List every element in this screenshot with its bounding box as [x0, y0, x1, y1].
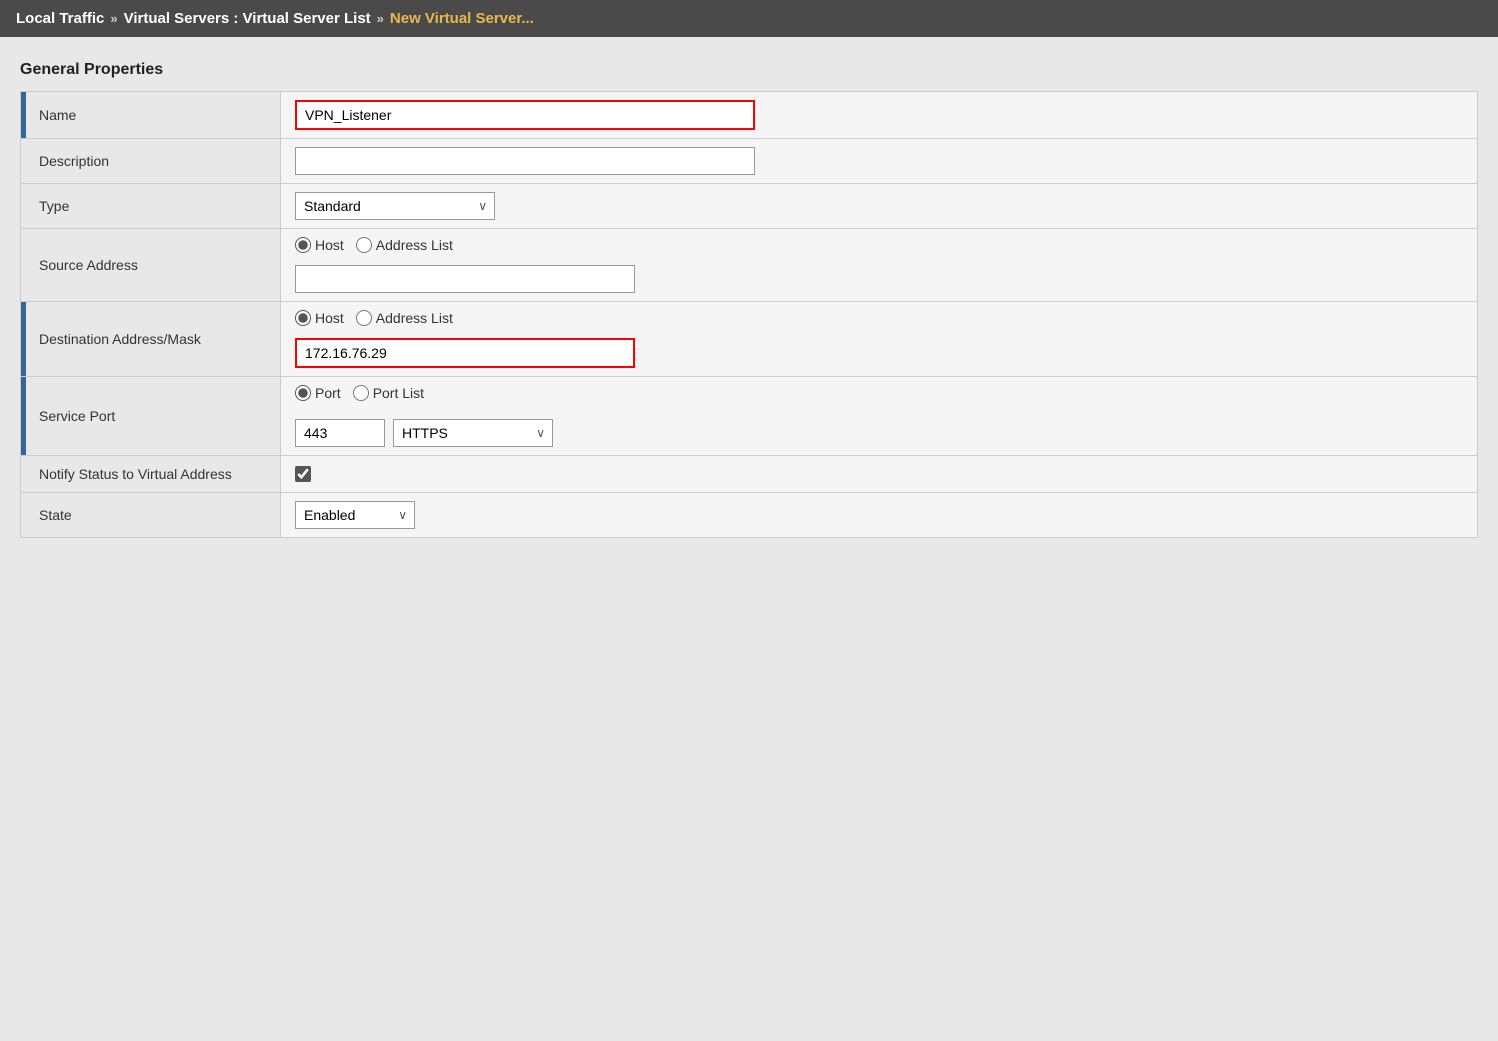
page-content: General Properties Name Description Type…: [0, 37, 1498, 562]
destination-host-radio-text: Host: [315, 310, 344, 326]
state-value-cell: Enabled Disabled: [281, 493, 1478, 538]
service-port-container: Port Port List HTTPS HTTP: [295, 385, 1463, 447]
service-port-radio-text: Port: [315, 385, 341, 401]
source-address-list-radio-text: Address List: [376, 237, 453, 253]
notify-status-row: Notify Status to Virtual Address: [21, 456, 1478, 493]
source-host-radio-text: Host: [315, 237, 344, 253]
notify-status-value-cell: [281, 456, 1478, 493]
service-port-row: Service Port Port Port List: [21, 377, 1478, 456]
name-input[interactable]: [295, 100, 755, 130]
name-row: Name: [21, 92, 1478, 139]
destination-host-radio[interactable]: [295, 310, 311, 326]
breadcrumb-sep1: »: [110, 11, 117, 26]
breadcrumb-sep2: »: [377, 11, 384, 26]
source-address-container: Host Address List: [295, 237, 1463, 293]
breadcrumb-part2: Virtual Servers : Virtual Server List: [124, 10, 371, 27]
destination-address-radio-group: Host Address List: [295, 310, 1463, 326]
state-row: State Enabled Disabled: [21, 493, 1478, 538]
destination-address-list-radio-text: Address List: [376, 310, 453, 326]
state-select-wrapper: Enabled Disabled: [295, 501, 415, 529]
type-label: Type: [21, 184, 281, 229]
notify-status-label: Notify Status to Virtual Address: [21, 456, 281, 493]
service-port-list-radio[interactable]: [353, 385, 369, 401]
protocol-select-wrapper: HTTPS HTTP FTP SSH Telnet SMTP DNS Custo…: [393, 419, 553, 447]
destination-address-list-radio-label[interactable]: Address List: [356, 310, 453, 326]
service-port-value-cell: Port Port List HTTPS HTTP: [281, 377, 1478, 456]
type-select[interactable]: Standard Performance (Layer 4) Forwardin…: [295, 192, 495, 220]
destination-address-label: Destination Address/Mask: [21, 302, 281, 377]
name-value-cell: [281, 92, 1478, 139]
section-title: General Properties: [20, 61, 1478, 79]
service-port-radio-group: Port Port List: [295, 385, 1463, 401]
state-label: State: [21, 493, 281, 538]
breadcrumb-part1: Local Traffic: [16, 10, 104, 27]
type-row: Type Standard Performance (Layer 4) Forw…: [21, 184, 1478, 229]
name-label: Name: [21, 92, 281, 139]
source-host-radio[interactable]: [295, 237, 311, 253]
source-address-list-radio-label[interactable]: Address List: [356, 237, 453, 253]
source-address-row: Source Address Host Address List: [21, 229, 1478, 302]
service-port-list-radio-text: Port List: [373, 385, 424, 401]
state-select[interactable]: Enabled Disabled: [295, 501, 415, 529]
service-port-radio[interactable]: [295, 385, 311, 401]
notify-status-checkbox[interactable]: [295, 466, 311, 482]
destination-host-radio-label[interactable]: Host: [295, 310, 344, 326]
source-address-value-cell: Host Address List: [281, 229, 1478, 302]
source-address-label: Source Address: [21, 229, 281, 302]
breadcrumb-part3: New Virtual Server...: [390, 10, 534, 27]
destination-address-list-radio[interactable]: [356, 310, 372, 326]
source-address-radio-group: Host Address List: [295, 237, 1463, 253]
service-port-label: Service Port: [21, 377, 281, 456]
description-label: Description: [21, 139, 281, 184]
source-address-list-radio[interactable]: [356, 237, 372, 253]
port-number-input[interactable]: [295, 419, 385, 447]
destination-address-row: Destination Address/Mask Host Address Li…: [21, 302, 1478, 377]
type-value-cell: Standard Performance (Layer 4) Forwardin…: [281, 184, 1478, 229]
service-port-radio-label[interactable]: Port: [295, 385, 341, 401]
service-port-list-radio-label[interactable]: Port List: [353, 385, 424, 401]
destination-address-container: Host Address List: [295, 310, 1463, 368]
destination-address-value-cell: Host Address List: [281, 302, 1478, 377]
description-value-cell: [281, 139, 1478, 184]
source-address-input[interactable]: [295, 265, 635, 293]
type-select-wrapper: Standard Performance (Layer 4) Forwardin…: [295, 192, 495, 220]
description-row: Description: [21, 139, 1478, 184]
description-input[interactable]: [295, 147, 755, 175]
protocol-select[interactable]: HTTPS HTTP FTP SSH Telnet SMTP DNS Custo…: [393, 419, 553, 447]
source-host-radio-label[interactable]: Host: [295, 237, 344, 253]
breadcrumb-bar: Local Traffic » Virtual Servers : Virtua…: [0, 0, 1498, 37]
destination-address-input[interactable]: [295, 338, 635, 368]
general-properties-table: Name Description Type Standard Performan…: [20, 91, 1478, 538]
notify-status-checkbox-container: [295, 466, 1463, 482]
port-row: HTTPS HTTP FTP SSH Telnet SMTP DNS Custo…: [295, 419, 1463, 447]
